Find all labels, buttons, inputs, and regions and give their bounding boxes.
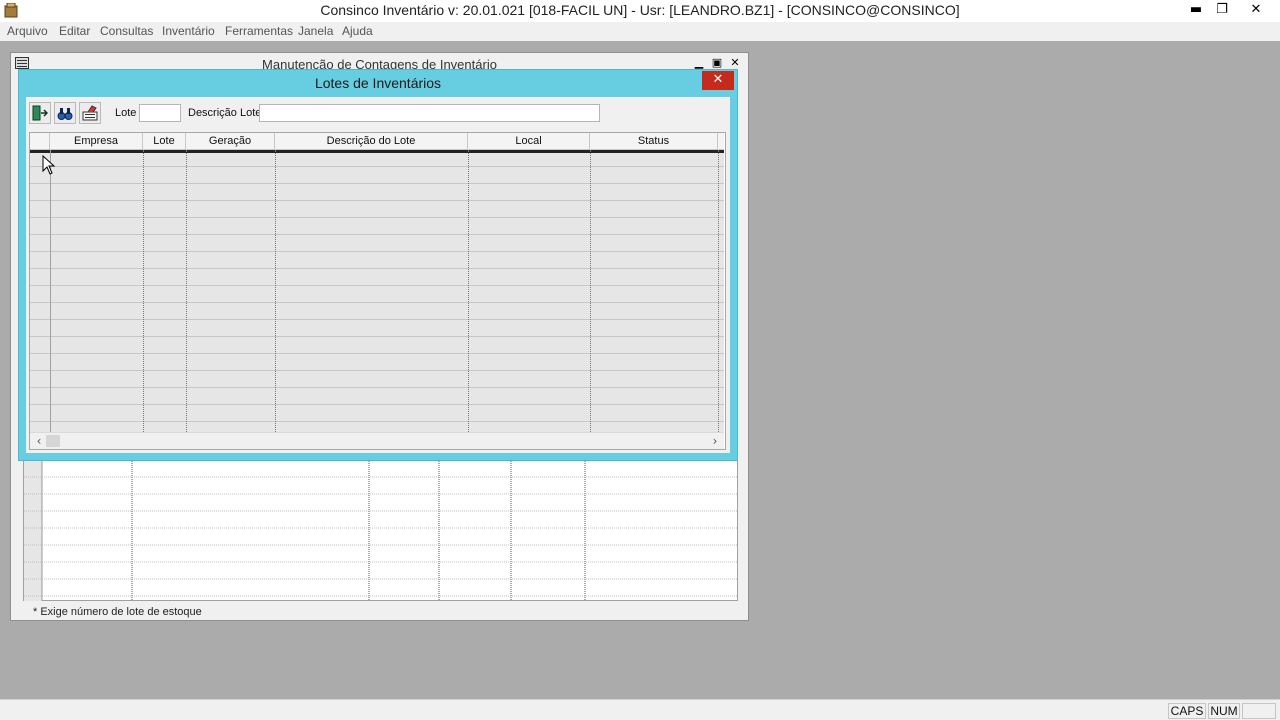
grid-divider (590, 150, 591, 432)
grid-divider (50, 150, 51, 432)
descricao-lote-input[interactable] (259, 104, 600, 122)
menu-ferramentas[interactable]: Ferramentas (225, 24, 293, 38)
menu-ajuda[interactable]: Ajuda (342, 24, 373, 38)
col-header-status[interactable]: Status (590, 133, 718, 150)
dialog-titlebar: Lotes de Inventários ✕ (19, 70, 737, 97)
contagens-grid-lines (24, 461, 737, 601)
menu-janela[interactable]: Janela (298, 24, 333, 38)
restore-icon[interactable]: ▣ (710, 57, 724, 69)
col-header-empresa[interactable]: Empresa (50, 133, 143, 150)
restore-icon[interactable]: ❐ (1207, 0, 1237, 20)
lotes-dialog: Lotes de Inventários ✕ Lote Descrição Lo… (18, 69, 738, 461)
menu-editar[interactable]: Editar (59, 24, 90, 38)
menu-consultas[interactable]: Consultas (100, 24, 153, 38)
status-panel-empty (1242, 703, 1276, 719)
exit-button[interactable] (29, 102, 51, 124)
mouse-cursor-icon (42, 155, 56, 175)
exit-door-icon (32, 105, 48, 121)
col-header-lote[interactable]: Lote (143, 133, 186, 150)
grid-header: Empresa Lote Geração Descrição do Lote L… (30, 133, 724, 150)
col-header-geracao[interactable]: Geração (186, 133, 275, 150)
scroll-thumb[interactable] (46, 435, 60, 447)
footnote: * Exige número de lote de estoque (33, 606, 202, 618)
status-bar: CAPS NUM (0, 699, 1280, 720)
menu-inventario[interactable]: Inventário (162, 24, 215, 38)
dialog-close-button[interactable]: ✕ (702, 71, 734, 90)
descricao-lote-label: Descrição Lote (188, 107, 262, 119)
num-indicator: NUM (1208, 703, 1240, 719)
grid-divider (186, 150, 187, 432)
grid-divider (468, 150, 469, 432)
app-title: Consinco Inventário v: 20.01.021 [018-FA… (320, 2, 960, 18)
menu-arquivo[interactable]: Arquivo (7, 24, 48, 38)
scroll-left-icon[interactable]: ‹ (32, 434, 46, 448)
search-button[interactable] (54, 102, 76, 124)
lotes-grid[interactable]: Empresa Lote Geração Descrição do Lote L… (29, 132, 726, 450)
row-selector-header (30, 133, 50, 150)
lote-input[interactable] (139, 104, 181, 122)
close-icon[interactable]: ✕ (1241, 0, 1271, 20)
scroll-right-icon[interactable]: › (708, 434, 722, 448)
dialog-title: Lotes de Inventários (314, 75, 442, 91)
lote-label: Lote (115, 107, 137, 119)
close-icon[interactable]: ✕ (728, 57, 742, 69)
horizontal-scrollbar[interactable]: ‹ › (30, 432, 724, 449)
grid-divider (718, 150, 719, 432)
grid-divider (275, 150, 276, 432)
grid-rows[interactable] (30, 150, 724, 432)
clear-button[interactable] (79, 102, 101, 124)
col-header-local[interactable]: Local (468, 133, 590, 150)
grid-divider (143, 150, 144, 432)
col-header-descricao[interactable]: Descrição do Lote (275, 133, 468, 150)
dialog-body: Lote Descrição Lote Empresa Lote Geração… (26, 97, 730, 453)
minimize-icon[interactable]: ▁ (692, 57, 706, 69)
caps-indicator: CAPS (1168, 703, 1206, 719)
binoculars-icon (57, 108, 73, 120)
app-titlebar: Consinco Inventário v: 20.01.021 [018-FA… (0, 0, 1280, 22)
eraser-icon (82, 105, 98, 121)
menu-bar: Arquivo Editar Consultas Inventário Ferr… (0, 22, 1280, 41)
contagens-grid[interactable] (23, 461, 738, 601)
current-row-marker (30, 150, 724, 153)
